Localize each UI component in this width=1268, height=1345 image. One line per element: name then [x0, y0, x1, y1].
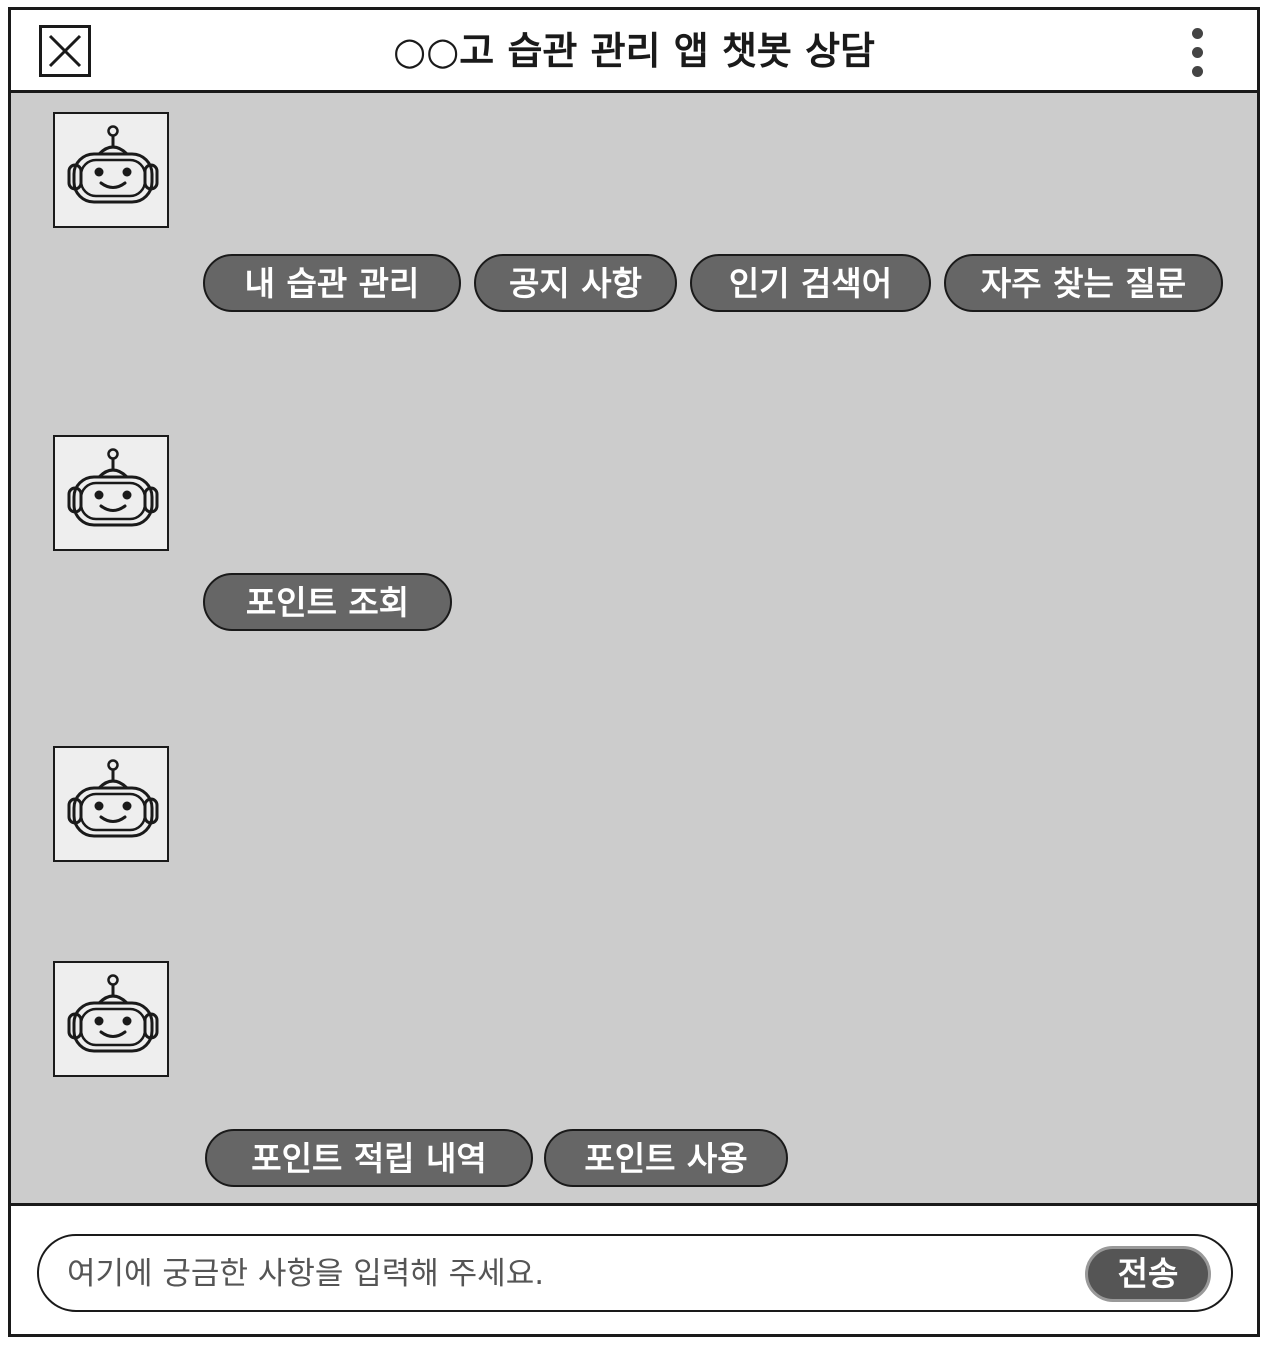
- chatbot-window: ○○고 습관 관리 앱 챗봇 상담 내 습관 관리 공지 사항 인기 검색어 자: [8, 7, 1260, 1337]
- quick-reply-faq[interactable]: 자주 찾는 질문: [944, 254, 1223, 312]
- quick-reply-point-use[interactable]: 포인트 사용: [544, 1129, 788, 1187]
- robot-icon: [67, 974, 159, 1053]
- chat-area[interactable]: 내 습관 관리 공지 사항 인기 검색어 자주 찾는 질문 포인트 조회 포인트…: [11, 93, 1257, 1206]
- close-icon: [48, 34, 82, 68]
- more-vertical-icon[interactable]: [1185, 28, 1209, 78]
- quick-reply-point-history[interactable]: 포인트 적립 내역: [205, 1129, 533, 1187]
- bot-avatar: [53, 112, 169, 228]
- quick-reply-popular-searches[interactable]: 인기 검색어: [690, 254, 931, 312]
- bot-avatar: [53, 746, 169, 862]
- message-composer: 전송: [37, 1234, 1233, 1312]
- page-title: ○○고 습관 관리 앱 챗봇 상담: [392, 29, 876, 73]
- quick-reply-my-habits[interactable]: 내 습관 관리: [203, 254, 461, 312]
- bot-avatar: [53, 435, 169, 551]
- send-button[interactable]: 전송: [1085, 1246, 1211, 1302]
- robot-icon: [67, 448, 159, 527]
- close-button[interactable]: [39, 25, 91, 77]
- header-bar: ○○고 습관 관리 앱 챗봇 상담: [11, 10, 1257, 93]
- robot-icon: [67, 125, 159, 204]
- message-input[interactable]: [65, 1244, 1069, 1304]
- bot-avatar: [53, 961, 169, 1077]
- quick-reply-notices[interactable]: 공지 사항: [474, 254, 677, 312]
- robot-icon: [67, 759, 159, 838]
- quick-reply-point-inquiry[interactable]: 포인트 조회: [203, 573, 452, 631]
